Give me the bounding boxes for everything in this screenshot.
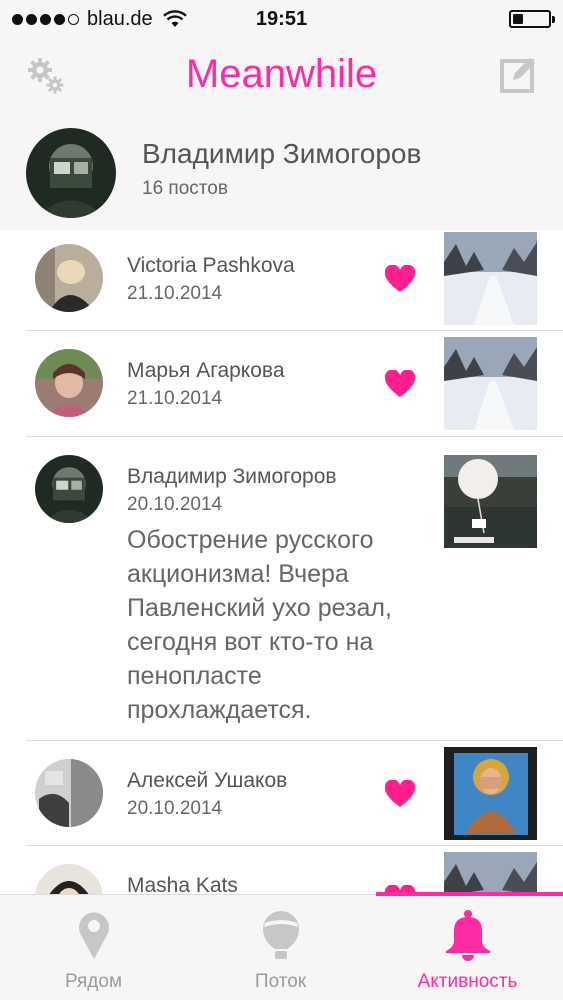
user-avatar[interactable] [35,349,103,417]
user-avatar[interactable] [35,864,103,896]
tab-bar: Рядом Поток Активность [0,892,563,1000]
tab-activity[interactable]: Активность [374,895,561,1000]
heart-icon[interactable] [384,780,416,808]
feed-item[interactable]: Алексей Ушаков 20.10.2014 [26,741,563,846]
post-thumbnail[interactable] [444,455,537,548]
user-avatar[interactable] [35,455,103,523]
balloon-icon [262,911,299,959]
profile-header: Владимир Зимогоров 16 постов [0,118,563,230]
feed-item[interactable]: Victoria Pashkova 21.10.2014 [26,230,563,331]
bell-icon [445,910,490,961]
tab-stream[interactable]: Поток [187,895,374,1000]
post-date: 21.10.2014 [127,283,223,304]
app-title: Meanwhile [185,52,378,96]
post-thumbnail[interactable] [444,337,537,430]
heart-icon[interactable] [384,265,416,293]
feed-item[interactable]: Владимир Зимогоров 20.10.2014 Обострение… [26,437,563,741]
feed-item[interactable]: Masha Kats [26,846,563,896]
post-text: Обострение русского акционизма! Вчера Па… [127,526,392,724]
map-pin-icon [78,912,109,959]
signal-strength-icon [12,13,79,25]
profile-name: Владимир Зимогоров [142,138,422,169]
user-name[interactable]: Victoria Pashkova [127,254,295,278]
battery-icon [509,10,555,28]
user-name[interactable]: Masha Kats [127,874,238,896]
tab-nearby[interactable]: Рядом [0,895,187,1000]
wifi-icon [162,10,187,27]
tab-label: Активность [417,971,518,992]
navigation-bar: Meanwhile [0,38,563,118]
post-thumbnail[interactable] [444,747,537,840]
status-time: 19:51 [255,8,308,30]
heart-icon[interactable] [384,370,416,398]
status-bar: blau.de 19:51 [0,0,563,38]
user-name[interactable]: Марья Агаркова [127,359,285,383]
compose-icon[interactable] [499,54,539,94]
post-date: 20.10.2014 [127,798,223,819]
user-name[interactable]: Алексей Ушаков [127,769,287,793]
post-thumbnail[interactable] [444,852,537,896]
profile-post-count: 16 постов [142,178,228,199]
tab-label: Поток [254,971,307,992]
tab-label: Рядом [64,971,123,992]
post-date: 20.10.2014 [127,494,223,515]
post-thumbnail[interactable] [444,232,537,325]
feed-item[interactable]: Марья Агаркова 21.10.2014 [26,331,563,437]
profile-avatar[interactable] [26,128,116,218]
user-name[interactable]: Владимир Зимогоров [127,465,337,489]
carrier-name: blau.de [87,7,153,30]
user-avatar[interactable] [35,759,103,827]
user-avatar[interactable] [35,244,103,312]
post-date: 21.10.2014 [127,388,223,409]
activity-feed[interactable]: Victoria Pashkova 21.10.2014 Марья Агарк… [0,230,563,896]
